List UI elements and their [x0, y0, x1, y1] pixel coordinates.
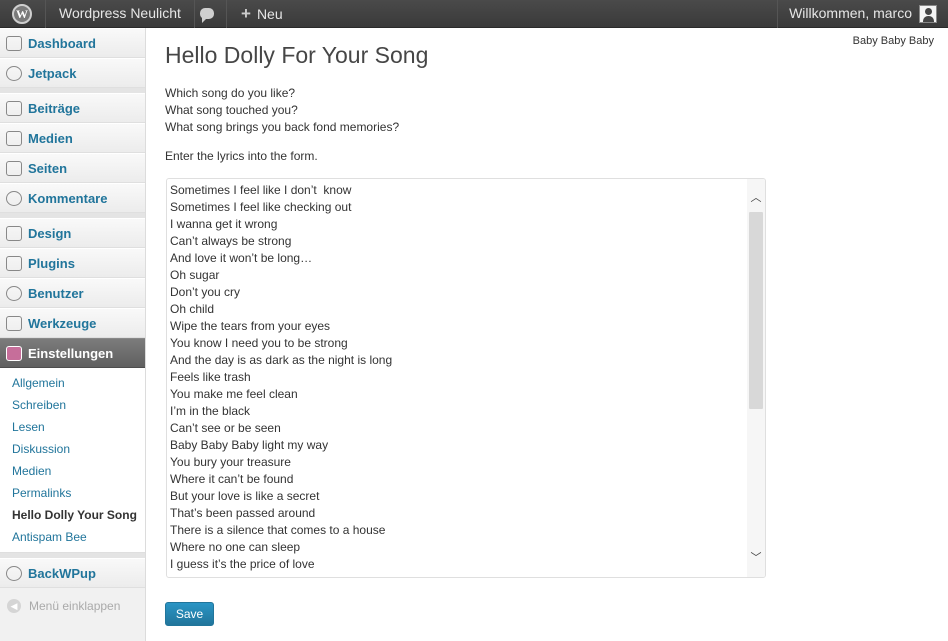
media-icon: [6, 131, 22, 146]
sidebar-item-label: BackWPup: [28, 566, 96, 581]
sidebar-item-pages[interactable]: Seiten: [0, 153, 145, 183]
submenu-item-medien[interactable]: Medien: [12, 464, 51, 478]
settings-icon: [6, 346, 22, 361]
lyric-line: I’m in the black: [170, 404, 251, 418]
scrollbar[interactable]: ︿ ﹀: [747, 179, 765, 577]
lyric-line: And love it won’t be long…: [170, 251, 313, 265]
lyric-line: Sometimes I feel like checking out: [170, 200, 352, 214]
pages-icon: [6, 161, 22, 176]
lyric-line: Wipe the tears from your eyes: [170, 319, 331, 333]
sidebar-item-label: Dashboard: [28, 36, 96, 51]
lyric-line: And the day is as dark as the night is l…: [170, 353, 393, 367]
lyric-line: Don’t you cry: [170, 285, 241, 299]
lyric-line: Feels like trash: [170, 370, 251, 384]
lyric-line: That’s been passed around: [170, 506, 316, 520]
sidebar-item-label: Kommentare: [28, 191, 108, 206]
sidebar-item-label: Beiträge: [28, 101, 81, 116]
lyric-line: There is a silence that comes to a house: [170, 523, 386, 537]
submenu-item-diskussion[interactable]: Diskussion: [12, 442, 70, 456]
scroll-up-icon[interactable]: ︿: [750, 193, 762, 204]
lyric-line: You know I need you to be strong: [170, 336, 348, 350]
sidebar-item-label: Werkzeuge: [28, 316, 97, 331]
plus-icon: +: [241, 4, 251, 23]
question-text: What song brings you back fond memories?: [165, 120, 400, 134]
lyric-line: Baby Baby Baby light my way: [170, 438, 329, 452]
question-text: Which song do you like?: [165, 86, 296, 100]
lyric-line: Can’t see or be seen: [170, 421, 281, 435]
comment-bubble-icon: [200, 8, 214, 23]
lyric-line: Sometimes I feel like I don’t know: [170, 183, 352, 197]
sidebar-item-plugins[interactable]: Plugins: [0, 248, 145, 278]
collapse-arrow-icon: ◀: [7, 599, 21, 613]
lyric-line: Where it can’t be found: [170, 472, 294, 486]
site-name-link[interactable]: Wordpress Neulicht: [46, 0, 195, 28]
my-account-menu[interactable]: Willkommen, marco: [777, 0, 948, 28]
submenu-item-hello-dolly[interactable]: Hello Dolly Your Song: [12, 508, 137, 522]
sidebar-item-backwpup[interactable]: BackWPup: [0, 558, 145, 588]
greeting-text: Willkommen, marco: [789, 5, 912, 21]
sidebar-item-posts[interactable]: Beiträge: [0, 93, 145, 123]
save-button[interactable]: Save: [165, 602, 214, 626]
lyric-line: I guess it’s the price of love: [170, 557, 315, 571]
sidebar-item-dashboard[interactable]: Dashboard: [0, 28, 145, 58]
users-icon: [6, 286, 22, 301]
sidebar-item-label: Einstellungen: [28, 346, 114, 361]
sidebar-item-tools[interactable]: Werkzeuge: [0, 308, 145, 338]
instruction-text: Enter the lyrics into the form.: [165, 149, 318, 163]
wordpress-logo-icon: W: [12, 4, 32, 24]
lyric-line: Oh child: [170, 302, 215, 316]
comments-icon: [6, 191, 22, 206]
submenu-item-allgemein[interactable]: Allgemein: [12, 376, 65, 390]
lyric-line: You make me feel clean: [170, 387, 298, 401]
submenu-item-lesen[interactable]: Lesen: [12, 420, 45, 434]
backwpup-icon: [6, 566, 22, 581]
sidebar-item-label: Medien: [28, 131, 73, 146]
page-title: Hello Dolly For Your Song: [165, 42, 429, 68]
tools-icon: [6, 316, 22, 331]
lyrics-text: Sometimes I feel like I don’t know Someti…: [170, 182, 745, 573]
lyric-line: Where no one can sleep: [170, 540, 301, 554]
lyric-line: But your love is like a secret: [170, 489, 320, 503]
design-icon: [6, 226, 22, 241]
sidebar-item-label: Plugins: [28, 256, 75, 271]
comments-button[interactable]: [187, 0, 227, 28]
collapse-menu-label: Menü einklappen: [29, 599, 121, 613]
admin-bar: W Wordpress Neulicht + Neu Willkommen, ma…: [0, 0, 948, 28]
submenu-item-antispam-bee[interactable]: Antispam Bee: [12, 530, 87, 544]
sidebar-item-design[interactable]: Design: [0, 218, 145, 248]
settings-submenu: Allgemein Schreiben Lesen Diskussion Med…: [0, 368, 145, 553]
scroll-down-icon[interactable]: ﹀: [750, 553, 762, 564]
sidebar-item-settings[interactable]: Einstellungen: [0, 338, 145, 368]
lyric-line: I wanna get it wrong: [170, 217, 278, 231]
sidebar-item-label: Design: [28, 226, 72, 241]
sidebar-item-comments[interactable]: Kommentare: [0, 183, 145, 213]
sidebar-item-label: Jetpack: [28, 66, 77, 81]
lyric-line: Oh sugar: [170, 268, 220, 282]
collapse-menu-button[interactable]: ◀ Menü einklappen: [0, 594, 145, 618]
pin-icon: [6, 101, 22, 116]
plugins-icon: [6, 256, 22, 271]
sidebar-item-label: Benutzer: [28, 286, 84, 301]
jetpack-icon: [6, 66, 22, 81]
lyrics-textarea[interactable]: Sometimes I feel like I don’t know Someti…: [166, 178, 766, 578]
sidebar-item-jetpack[interactable]: Jetpack: [0, 58, 145, 88]
submenu-item-schreiben[interactable]: Schreiben: [12, 398, 66, 412]
scrollbar-thumb[interactable]: [749, 212, 763, 409]
hello-dolly-lyric: Baby Baby Baby: [852, 35, 934, 47]
sidebar-item-media[interactable]: Medien: [0, 123, 145, 153]
main-content: Baby Baby Baby Hello Dolly For Your Song…: [146, 28, 948, 641]
avatar: [919, 5, 937, 23]
lyric-line: You bury your treasure: [170, 455, 291, 469]
wordpress-logo-button[interactable]: W: [0, 0, 46, 28]
lyric-line: Can’t always be strong: [170, 234, 292, 248]
submenu-item-permalinks[interactable]: Permalinks: [12, 486, 71, 500]
new-content-label: Neu: [256, 6, 283, 22]
question-text: What song touched you?: [165, 103, 298, 117]
dashboard-icon: [6, 36, 22, 51]
sidebar-item-label: Seiten: [28, 161, 68, 176]
new-content-button[interactable]: + Neu: [228, 0, 296, 28]
admin-sidebar: Dashboard Jetpack Beiträge Medien Seiten…: [0, 28, 146, 641]
sidebar-item-users[interactable]: Benutzer: [0, 278, 145, 308]
